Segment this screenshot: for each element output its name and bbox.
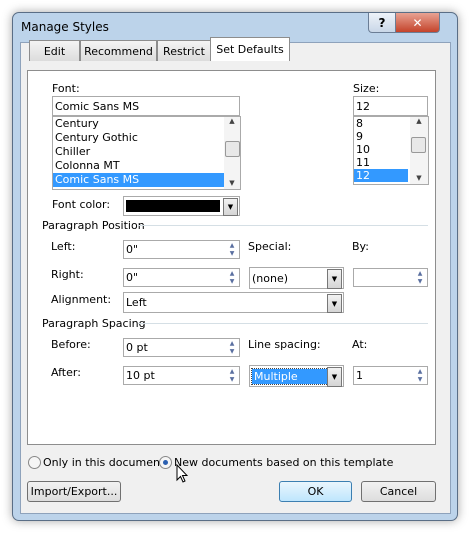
tab-edit[interactable]: Edit: [29, 40, 80, 61]
special-dropdown[interactable]: (none) ▼: [249, 267, 344, 289]
font-label: Font:: [52, 82, 80, 95]
color-swatch: [126, 200, 220, 212]
font-input[interactable]: Comic Sans MS: [52, 96, 240, 116]
tab-restrict[interactable]: Restrict: [157, 40, 211, 61]
scroll-up-icon[interactable]: ▲: [410, 117, 428, 125]
font-color-dropdown[interactable]: ▼: [123, 196, 240, 216]
new-documents-radio[interactable]: [159, 456, 172, 469]
alignment-dropdown[interactable]: Left ▼: [123, 292, 344, 313]
before-label: Before:: [51, 338, 91, 351]
only-this-document-label[interactable]: Only in this document: [43, 456, 164, 469]
after-label: After:: [51, 366, 81, 379]
divider: [138, 323, 428, 324]
font-list-scrollbar[interactable]: ▲ ▼: [224, 117, 240, 189]
before-value: 0 pt: [126, 341, 148, 354]
scroll-down-icon[interactable]: ▼: [410, 174, 428, 182]
spinner-arrows-icon[interactable]: ▲ ▼: [226, 270, 238, 285]
import-export-button[interactable]: Import/Export...: [27, 481, 121, 502]
spinner-arrows-icon[interactable]: ▲ ▼: [414, 270, 426, 285]
before-spinner[interactable]: 0 pt ▲ ▼: [123, 338, 240, 357]
size-label: Size:: [353, 82, 380, 95]
size-option-selected[interactable]: 12: [354, 169, 408, 182]
chevron-down-icon[interactable]: ▼: [327, 269, 342, 289]
alignment-label: Alignment:: [51, 293, 112, 306]
mouse-cursor-icon: [176, 463, 189, 488]
font-list[interactable]: Century Century Gothic Chiller Colonna M…: [52, 116, 241, 190]
font-option[interactable]: Chiller: [53, 145, 240, 159]
by-spinner[interactable]: ▲ ▼: [353, 268, 428, 287]
font-color-label: Font color:: [52, 198, 111, 211]
size-list[interactable]: 8 9 10 11 12 ▲ ▼: [353, 116, 429, 185]
cancel-button[interactable]: Cancel: [361, 481, 436, 502]
special-value: (none): [252, 271, 289, 285]
chevron-down-icon[interactable]: ▼: [327, 294, 342, 313]
at-spinner[interactable]: 1 ▲ ▼: [353, 366, 428, 385]
font-option-selected[interactable]: Comic Sans MS: [53, 173, 240, 187]
tab-recommend[interactable]: Recommend: [80, 40, 157, 61]
left-indent-spinner[interactable]: 0" ▲ ▼: [123, 240, 240, 259]
chevron-down-icon[interactable]: ▼: [223, 198, 238, 216]
paragraph-position-heading: Paragraph Position: [42, 219, 145, 232]
line-spacing-dropdown[interactable]: Multiple ▼: [249, 365, 344, 387]
after-value: 10 pt: [126, 369, 155, 382]
left-indent-value: 0": [126, 243, 139, 256]
scroll-up-icon[interactable]: ▲: [224, 117, 240, 125]
size-list-scrollbar[interactable]: ▲ ▼: [410, 117, 428, 184]
at-value: 1: [356, 369, 363, 382]
close-button[interactable]: ✕: [395, 13, 440, 33]
only-this-document-radio[interactable]: [28, 456, 41, 469]
at-label: At:: [352, 338, 368, 351]
ok-button[interactable]: OK: [279, 481, 352, 502]
font-option[interactable]: Colonna MT: [53, 159, 240, 173]
divider: [138, 225, 428, 226]
scroll-thumb[interactable]: [225, 141, 240, 157]
scroll-thumb[interactable]: [411, 137, 426, 153]
new-documents-label[interactable]: New documents based on this template: [174, 456, 393, 469]
size-input[interactable]: 12: [353, 96, 428, 116]
line-spacing-label: Line spacing:: [248, 338, 321, 351]
after-spinner[interactable]: 10 pt ▲ ▼: [123, 366, 240, 385]
line-spacing-value: Multiple: [251, 367, 329, 385]
chevron-down-icon[interactable]: ▼: [327, 367, 342, 387]
font-option[interactable]: Century: [53, 117, 240, 131]
right-label: Right:: [51, 268, 84, 281]
left-label: Left:: [51, 240, 76, 253]
right-indent-value: 0": [126, 271, 139, 284]
by-label: By:: [352, 240, 369, 253]
paragraph-spacing-heading: Paragraph Spacing: [42, 317, 146, 330]
spinner-arrows-icon[interactable]: ▲ ▼: [226, 340, 238, 355]
scroll-down-icon[interactable]: ▼: [224, 179, 240, 187]
tab-set-defaults[interactable]: Set Defaults: [210, 37, 290, 61]
font-option[interactable]: Century Gothic: [53, 131, 240, 145]
right-indent-spinner[interactable]: 0" ▲ ▼: [123, 268, 240, 287]
spinner-arrows-icon[interactable]: ▲ ▼: [414, 368, 426, 383]
spinner-arrows-icon[interactable]: ▲ ▼: [226, 368, 238, 383]
special-label: Special:: [248, 240, 292, 253]
alignment-value: Left: [126, 296, 147, 309]
spinner-arrows-icon[interactable]: ▲ ▼: [226, 242, 238, 257]
window-title: Manage Styles: [21, 20, 109, 34]
help-button[interactable]: ?: [368, 13, 396, 33]
